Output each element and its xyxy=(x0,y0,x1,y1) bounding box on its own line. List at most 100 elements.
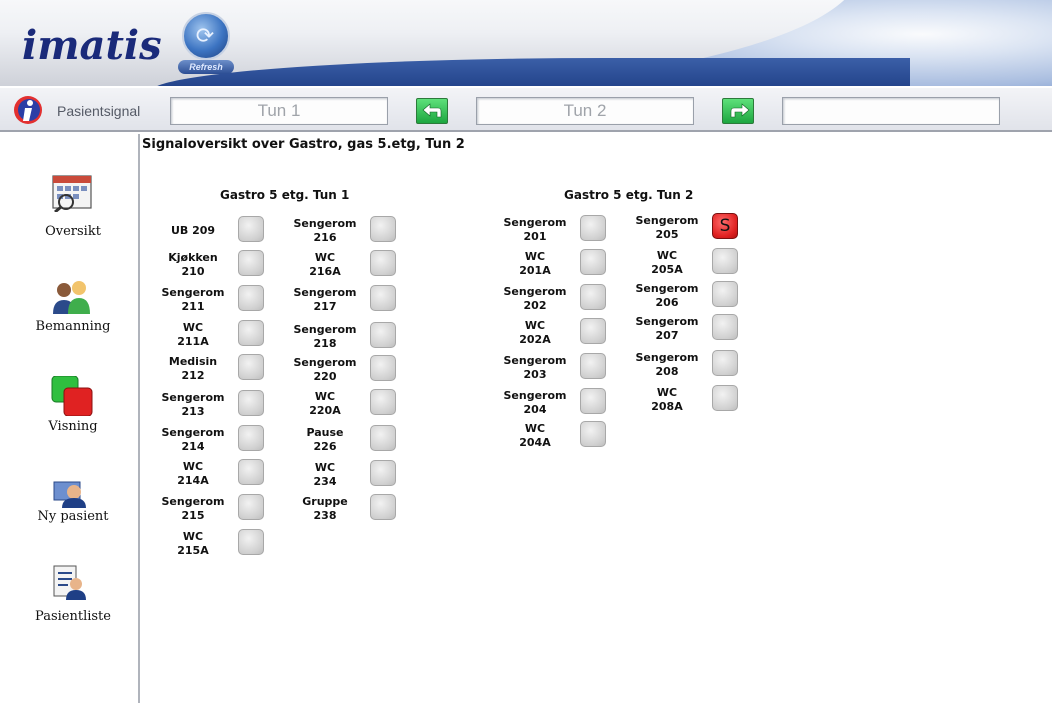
signal-button[interactable] xyxy=(580,249,606,275)
signal-button[interactable] xyxy=(370,425,396,451)
signal-button[interactable] xyxy=(370,494,396,520)
signal-button[interactable] xyxy=(370,460,396,486)
room-name: Pause 226 xyxy=(286,426,364,454)
signal-button[interactable] xyxy=(370,285,396,311)
room-name: WC 201A xyxy=(496,250,574,278)
room-number: 211A xyxy=(177,335,209,348)
sidebar-item-oversikt[interactable]: Oversikt xyxy=(0,172,140,242)
signal-button[interactable] xyxy=(238,390,264,416)
signal-button[interactable] xyxy=(238,425,264,451)
room-name: WC 214A xyxy=(154,460,232,488)
signal-button[interactable] xyxy=(712,248,738,274)
signal-button[interactable] xyxy=(712,281,738,307)
room-type: Medisin xyxy=(168,355,218,368)
room-signal: Sengerom 211 xyxy=(154,284,264,314)
room-type: WC xyxy=(182,530,204,543)
room-signal: Pause 226 xyxy=(286,424,396,454)
room-type: WC xyxy=(524,250,546,263)
signal-button[interactable] xyxy=(238,529,264,555)
room-number: 215A xyxy=(177,544,209,557)
sidebar-item-bemanning[interactable]: Bemanning xyxy=(0,278,140,348)
room-signal: WC 211A xyxy=(154,319,264,349)
room-number: 205 xyxy=(655,228,679,241)
room-number: 214 xyxy=(181,440,205,453)
signal-button[interactable] xyxy=(580,353,606,379)
signal-button[interactable] xyxy=(712,385,738,411)
room-name: WC 204A xyxy=(496,422,574,450)
header-banner: imatis ⟳ Refresh xyxy=(0,0,1052,86)
room-number: 202A xyxy=(519,333,551,346)
room-name: Kjøkken 210 xyxy=(154,251,232,279)
room-type: Sengerom xyxy=(293,323,357,336)
display-toggle-icon xyxy=(51,376,93,416)
room-signal: Sengerom 208 xyxy=(628,349,738,379)
toolbar: Pasientsignal Tun 1 Tun 2 xyxy=(0,88,1052,132)
sidebar-item-pasientliste[interactable]: Pasientliste xyxy=(0,564,140,634)
signal-button[interactable] xyxy=(580,284,606,310)
tun3-field[interactable] xyxy=(782,97,1000,125)
signal-button[interactable]: S xyxy=(712,213,738,239)
tun2-field[interactable]: Tun 2 xyxy=(476,97,694,125)
signal-button[interactable] xyxy=(238,459,264,485)
room-name: Sengerom 213 xyxy=(154,391,232,419)
sidebar-item-ny-pasient[interactable]: Ny pasient xyxy=(0,478,140,548)
signal-button[interactable] xyxy=(580,388,606,414)
signal-button[interactable] xyxy=(238,285,264,311)
room-name: Sengerom 205 xyxy=(628,214,706,242)
room-signal: Sengerom 215 xyxy=(154,493,264,523)
room-number: 226 xyxy=(313,440,337,453)
room-type: WC xyxy=(656,249,678,262)
next-tun-button[interactable] xyxy=(722,98,754,124)
tun1-field[interactable]: Tun 1 xyxy=(170,97,388,125)
room-signal: UB 209 xyxy=(154,215,264,245)
signal-button[interactable] xyxy=(580,318,606,344)
signal-button[interactable] xyxy=(580,421,606,447)
signal-button[interactable] xyxy=(370,216,396,242)
room-name: Gruppe 238 xyxy=(286,495,364,523)
room-type: WC xyxy=(314,390,336,403)
room-name: Sengerom 220 xyxy=(286,356,364,384)
room-number: 220A xyxy=(309,404,341,417)
signal-button[interactable] xyxy=(238,354,264,380)
room-name: WC 234 xyxy=(286,461,364,489)
room-number: 204A xyxy=(519,436,551,449)
signal-button[interactable] xyxy=(238,320,264,346)
room-signal: WC 216A xyxy=(286,249,396,279)
signal-button[interactable] xyxy=(712,314,738,340)
signal-button[interactable] xyxy=(370,389,396,415)
room-name: Sengerom 215 xyxy=(154,495,232,523)
room-type: Sengerom xyxy=(161,426,225,439)
previous-tun-button[interactable] xyxy=(416,98,448,124)
room-type: Kjøkken xyxy=(168,251,218,264)
room-number: 206 xyxy=(655,296,679,309)
room-type: Sengerom xyxy=(293,286,357,299)
signal-button[interactable] xyxy=(712,350,738,376)
signal-button[interactable] xyxy=(370,355,396,381)
room-number: 211 xyxy=(181,300,205,313)
tun1-heading: Gastro 5 etg. Tun 1 xyxy=(220,188,350,202)
app-title: Pasientsignal xyxy=(57,103,141,119)
refresh-button[interactable]: ⟳ Refresh xyxy=(178,12,234,74)
room-number: 216A xyxy=(309,265,341,278)
room-number: 201 xyxy=(523,230,547,243)
room-name: Sengerom 203 xyxy=(496,354,574,382)
room-type: WC xyxy=(314,461,336,474)
room-signal: WC 205A xyxy=(628,247,738,277)
sidebar-item-visning[interactable]: Visning xyxy=(0,376,140,446)
signal-button[interactable] xyxy=(238,250,264,276)
room-type: Sengerom xyxy=(635,351,699,364)
calendar-overview-icon xyxy=(52,175,92,212)
room-signal: Sengerom 220 xyxy=(286,354,396,384)
signal-button[interactable] xyxy=(238,494,264,520)
signal-button[interactable] xyxy=(370,322,396,348)
room-number: 217 xyxy=(313,300,337,313)
signal-button[interactable] xyxy=(370,250,396,276)
signal-button[interactable] xyxy=(580,215,606,241)
patient-list-icon xyxy=(53,565,86,600)
room-number: 207 xyxy=(655,329,679,342)
room-signal: WC 215A xyxy=(154,528,264,558)
room-number: 208A xyxy=(651,400,683,413)
room-type: Sengerom xyxy=(293,217,357,230)
signal-button[interactable] xyxy=(238,216,264,242)
room-name: Sengerom 206 xyxy=(628,282,706,310)
